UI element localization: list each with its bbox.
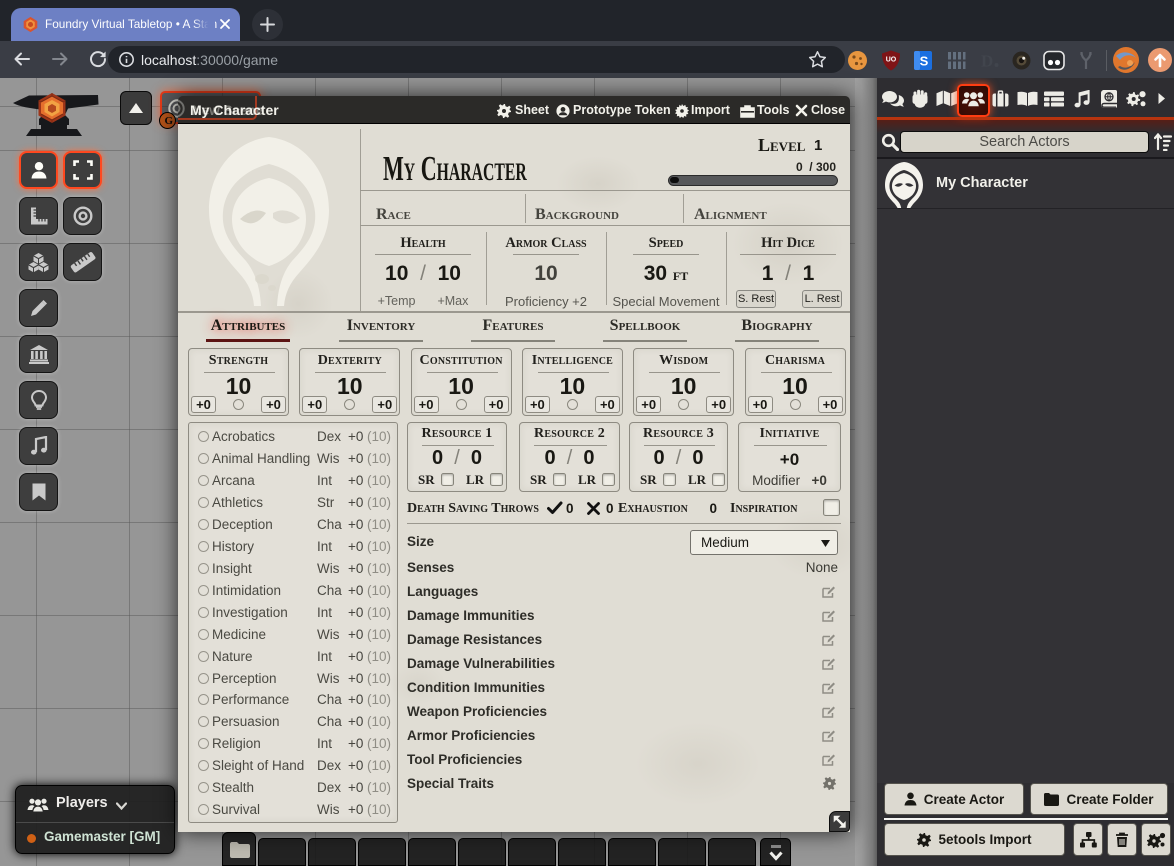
svg-text:D: D	[981, 52, 993, 71]
svg-text:S: S	[920, 54, 929, 69]
svg-text:UO: UO	[886, 57, 897, 64]
